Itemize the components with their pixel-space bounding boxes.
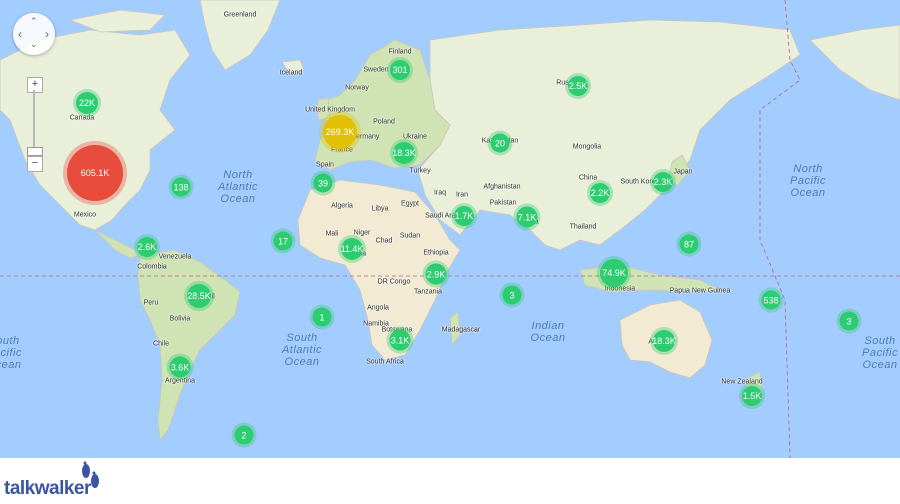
cluster-marker[interactable]: 2 xyxy=(234,425,254,445)
country-label: Papua New Guinea xyxy=(669,287,731,295)
country-label: Greenland xyxy=(223,11,257,19)
country-label: Iran xyxy=(455,191,469,199)
country-label: Iceland xyxy=(279,69,303,77)
country-label: Argentina xyxy=(165,377,195,385)
country-label: Bolivia xyxy=(169,315,191,323)
country-label: Peru xyxy=(143,299,159,307)
zoom-slider-track[interactable] xyxy=(33,90,35,150)
cluster-marker[interactable]: 3.6K xyxy=(169,356,191,378)
ocean-label: South Pacific Ocean xyxy=(0,335,22,371)
country-label: DR Congo xyxy=(377,278,411,286)
cluster-marker[interactable]: 605.1K xyxy=(67,145,123,201)
cluster-marker[interactable]: 11.4K xyxy=(341,238,363,260)
country-label: Venezuela xyxy=(158,253,192,261)
cluster-marker[interactable]: 22K xyxy=(76,92,98,114)
country-label: Finland xyxy=(388,48,412,56)
country-label: Colombia xyxy=(137,263,167,271)
country-label: Norway xyxy=(345,84,369,92)
country-label: South Africa xyxy=(366,358,404,366)
country-label: New Zealand xyxy=(721,378,763,386)
country-label: Indonesia xyxy=(604,285,636,293)
cluster-marker[interactable]: 74.9K xyxy=(600,259,628,287)
cluster-marker[interactable]: 20 xyxy=(490,133,510,153)
country-label: Madagascar xyxy=(441,326,481,334)
country-label: Egypt xyxy=(401,200,419,208)
cluster-marker[interactable]: 39 xyxy=(313,173,333,193)
cluster-marker[interactable]: 138 xyxy=(171,177,191,197)
country-label: Libya xyxy=(371,205,389,213)
pan-right-arrow-icon[interactable]: › xyxy=(45,27,49,41)
cluster-marker[interactable]: 538 xyxy=(761,290,781,310)
country-label: Afghanistan xyxy=(483,183,521,191)
country-label: Tanzania xyxy=(413,288,443,296)
country-label: China xyxy=(578,174,598,182)
cluster-marker[interactable]: 2.5K xyxy=(568,76,588,96)
country-label: Mali xyxy=(325,230,339,238)
pan-up-arrow-icon[interactable]: ⌃ xyxy=(30,16,38,27)
country-label: Sudan xyxy=(399,232,421,240)
country-label: Mexico xyxy=(73,211,97,219)
ocean-label: South Pacific Ocean xyxy=(862,335,898,371)
country-label: Mongolia xyxy=(572,143,602,151)
map-base xyxy=(0,0,900,458)
cluster-marker[interactable]: 28.5K xyxy=(187,284,211,308)
land-asia xyxy=(417,19,801,251)
country-label: Sweden xyxy=(363,66,389,74)
cluster-marker[interactable]: 7.1K xyxy=(516,206,538,228)
pan-down-arrow-icon[interactable]: ⌄ xyxy=(30,39,38,50)
country-label: Chile xyxy=(153,340,169,348)
country-label: Chad xyxy=(375,237,393,245)
land-greenland xyxy=(199,0,281,71)
country-label: Niger xyxy=(353,229,371,237)
country-label: Iraq xyxy=(433,189,447,197)
country-label: Japan xyxy=(673,168,693,176)
cluster-marker[interactable]: 17 xyxy=(273,231,293,251)
country-label: Ukraine xyxy=(402,133,428,141)
cluster-marker[interactable]: 1.5K xyxy=(742,386,762,406)
ocean-label: Indian Ocean xyxy=(530,320,566,344)
cluster-marker[interactable]: 3 xyxy=(502,285,522,305)
cluster-marker[interactable]: 2.3K xyxy=(653,172,673,192)
country-label: Thailand xyxy=(569,223,597,231)
cluster-marker[interactable]: 3.1K xyxy=(389,329,411,351)
cluster-marker[interactable]: 2.6K xyxy=(137,237,157,257)
pan-left-arrow-icon[interactable]: ‹ xyxy=(18,27,22,41)
cluster-marker[interactable]: 18.3K xyxy=(392,142,416,164)
country-label: Turkey xyxy=(409,167,431,175)
country-label: United Kingdom xyxy=(305,106,355,114)
ocean-label: South Atlantic Ocean xyxy=(281,332,323,368)
cluster-marker[interactable]: 269.3K xyxy=(323,115,357,149)
land-central-america xyxy=(94,229,141,259)
country-label: Spain xyxy=(316,161,334,169)
country-label: Poland xyxy=(373,118,395,126)
zoom-slider-thumb[interactable] xyxy=(27,147,43,156)
cluster-marker[interactable]: 301 xyxy=(390,60,410,80)
cluster-marker[interactable]: 87 xyxy=(679,234,699,254)
cluster-marker[interactable]: 1 xyxy=(312,307,332,327)
cluster-marker[interactable]: 1.7K xyxy=(454,206,474,226)
country-label: Pakistan xyxy=(489,199,517,207)
cluster-marker[interactable]: 2.2K xyxy=(590,183,610,203)
cluster-marker[interactable]: 18.3K xyxy=(652,330,676,352)
country-label: Canada xyxy=(69,114,95,122)
zoom-in-button[interactable]: + xyxy=(27,77,43,93)
footer: talkwalker xyxy=(0,458,900,504)
world-map[interactable]: Greenland Iceland Finland Sweden Norway Russi… xyxy=(0,0,900,458)
land-alaska-wrap xyxy=(809,24,900,101)
country-label: Ethiopia xyxy=(423,249,449,257)
country-label: Angola xyxy=(367,304,389,312)
country-label: Algeria xyxy=(331,202,353,210)
ocean-label: North Atlantic Ocean xyxy=(217,169,259,205)
cluster-marker[interactable]: 2.9K xyxy=(425,263,447,285)
zoom-out-button[interactable]: − xyxy=(27,156,43,172)
land-canada-islands xyxy=(68,9,166,33)
ocean-label: North Pacific Ocean xyxy=(790,163,826,199)
pan-control[interactable]: ⌃ ⌄ ‹ › xyxy=(13,13,55,55)
cluster-marker[interactable]: 3 xyxy=(839,311,859,331)
footprints-icon xyxy=(82,461,99,488)
